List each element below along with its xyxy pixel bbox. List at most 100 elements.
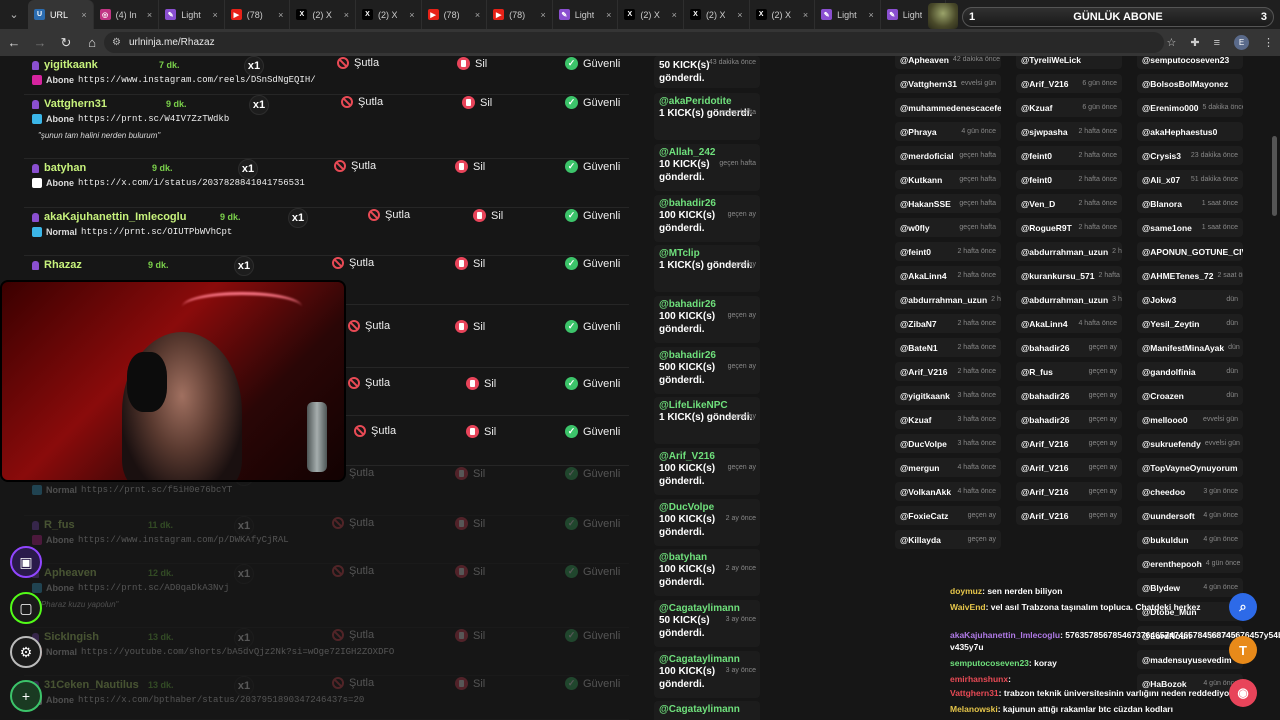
- subscriber-chip[interactable]: @ZibaN7 2 hafta önce: [895, 314, 1001, 333]
- ban-button[interactable]: Şutla: [341, 96, 383, 108]
- browser-tab[interactable]: ▶ (78) ×: [487, 0, 553, 29]
- subscriber-chip[interactable]: @bahadir26 geçen ay: [1016, 386, 1122, 405]
- subscriber-chip[interactable]: @bahadir26 geçen ay: [1016, 410, 1122, 429]
- back-icon[interactable]: ←: [2, 29, 26, 56]
- kick-username[interactable]: @bahadir26: [659, 299, 755, 310]
- ban-button[interactable]: Şutla: [337, 57, 379, 69]
- trust-button[interactable]: ✓ Güvenli: [565, 96, 620, 109]
- kick-username[interactable]: @Allah_242: [659, 147, 755, 158]
- subscriber-chip[interactable]: @Arif_V216 geçen ay: [1016, 458, 1122, 477]
- kick-username[interactable]: @MTclip: [659, 248, 755, 259]
- trust-button[interactable]: ✓ Güvenli: [565, 677, 620, 690]
- subscriber-chip[interactable]: @Jokw3 dün: [1137, 290, 1243, 309]
- delete-button[interactable]: Sil: [455, 320, 485, 333]
- kick-username[interactable]: @Arif_V216: [659, 451, 755, 462]
- ban-button[interactable]: Şutla: [332, 257, 374, 269]
- trust-button[interactable]: ✓ Güvenli: [565, 565, 620, 578]
- tab-close-icon[interactable]: ×: [475, 10, 480, 20]
- subscriber-chip[interactable]: @Arif_V216 2 hafta önce: [895, 362, 1001, 381]
- reload-icon[interactable]: ↻: [54, 29, 78, 56]
- ban-button[interactable]: Şutla: [332, 677, 374, 689]
- ban-button[interactable]: Şutla: [334, 160, 376, 172]
- link-username[interactable]: Apheaven: [32, 567, 97, 579]
- link-username[interactable]: Vattghern31: [32, 98, 107, 110]
- subscriber-chip[interactable]: @ManifestMinaAyak dün: [1137, 338, 1243, 357]
- subscriber-chip[interactable]: @Arif_V216 geçen ay: [1016, 482, 1122, 501]
- subscriber-chip[interactable]: @BolsosBolMayonez: [1137, 74, 1243, 93]
- link-url-line[interactable]: Abone https://x.com/bpthaber/status/20379…: [32, 695, 364, 705]
- browser-tab[interactable]: ◎ (4) In ×: [94, 0, 160, 29]
- trust-button[interactable]: ✓ Güvenli: [565, 57, 620, 70]
- subscriber-chip[interactable]: @sukruefendy evvelsi gün: [1137, 434, 1243, 453]
- twitch-icon[interactable]: ▣: [10, 546, 42, 578]
- subscriber-chip[interactable]: @BateN1 2 hafta önce: [895, 338, 1001, 357]
- search-icon[interactable]: ⌕: [1229, 593, 1257, 621]
- subscriber-chip[interactable]: @AHMETenes_722 saat önce: [1137, 266, 1243, 285]
- link-username[interactable]: R_fus: [32, 519, 75, 531]
- tab-close-icon[interactable]: ×: [409, 10, 414, 20]
- browser-tab[interactable]: U URL ×: [28, 0, 94, 29]
- t-badge-icon[interactable]: T: [1229, 636, 1257, 664]
- trust-button[interactable]: ✓ Güvenli: [565, 160, 620, 173]
- address-bar[interactable]: ⚙ urlninja.me/Rhazaz: [104, 32, 1164, 53]
- delete-button[interactable]: Sil: [455, 677, 485, 690]
- subscriber-chip[interactable]: @bahadir26 geçen ay: [1016, 338, 1122, 357]
- link-username[interactable]: Rhazaz: [32, 259, 82, 271]
- browser-tab[interactable]: ▶ (78) ×: [225, 0, 291, 29]
- subscriber-chip[interactable]: @Kutkann geçen hafta: [895, 170, 1001, 189]
- subscriber-chip[interactable]: @cheedoo 3 gün önce: [1137, 482, 1243, 501]
- subscriber-chip[interactable]: @feint0 2 hafta önce: [1016, 146, 1122, 165]
- ban-button[interactable]: Şutla: [348, 320, 390, 332]
- delete-button[interactable]: Sil: [466, 425, 496, 438]
- delete-button[interactable]: Sil: [455, 160, 485, 173]
- chat-username[interactable]: Melanowski: [950, 704, 998, 714]
- chat-username[interactable]: Vattghern31: [950, 688, 999, 698]
- delete-button[interactable]: Sil: [455, 565, 485, 578]
- subscriber-chip[interactable]: @Ali_x07 51 dakika önce: [1137, 170, 1243, 189]
- subscriber-chip[interactable]: @abdurrahman_uzun3 hafta önce: [1016, 290, 1122, 309]
- tab-close-icon[interactable]: ×: [81, 10, 86, 20]
- tab-close-icon[interactable]: ×: [147, 10, 152, 20]
- chat-username[interactable]: WaivEnd: [950, 602, 986, 612]
- ban-button[interactable]: Şutla: [332, 517, 374, 529]
- subscriber-chip[interactable]: @VolkanAkk 4 hafta önce: [895, 482, 1001, 501]
- trust-button[interactable]: ✓ Güvenli: [565, 320, 620, 333]
- subscriber-chip[interactable]: @Phraya 4 gün önce: [895, 122, 1001, 141]
- trust-button[interactable]: ✓ Güvenli: [565, 425, 620, 438]
- forward-icon[interactable]: →: [28, 29, 52, 56]
- delete-button[interactable]: Sil: [455, 517, 485, 530]
- settings-gear-icon[interactable]: ⚙: [10, 636, 42, 668]
- bookmark-star-icon[interactable]: ☆: [1166, 36, 1176, 49]
- trust-button[interactable]: ✓ Güvenli: [565, 377, 620, 390]
- home-icon[interactable]: ⌂: [80, 29, 104, 56]
- subscriber-chip[interactable]: @abdurrahman_uzun2 hafta önce: [1016, 242, 1122, 261]
- browser-tab[interactable]: X (2) X ×: [618, 0, 684, 29]
- subscriber-chip[interactable]: @HakanSSE geçen hafta: [895, 194, 1001, 213]
- subscriber-chip[interactable]: @Croazen dün: [1137, 386, 1243, 405]
- reading-list-icon[interactable]: ≡: [1214, 37, 1220, 49]
- link-username[interactable]: yigitkaank: [32, 59, 98, 71]
- kick-username[interactable]: @Cagataylimann: [659, 704, 755, 715]
- browser-tab[interactable]: X (2) X ×: [290, 0, 356, 29]
- subscriber-chip[interactable]: @RogueR9T 2 hafta önce: [1016, 218, 1122, 237]
- tab-list-menu-icon[interactable]: ⌄: [0, 0, 28, 29]
- trust-button[interactable]: ✓ Güvenli: [565, 467, 620, 480]
- tab-close-icon[interactable]: ×: [278, 10, 283, 20]
- subscriber-chip[interactable]: @AkaLinn4 2 hafta önce: [895, 266, 1001, 285]
- subscriber-chip[interactable]: @TyreliWeLick: [1016, 56, 1122, 69]
- link-url-line[interactable]: Normal https://prnt.sc/OIUTPbWVhCpt: [32, 227, 232, 237]
- delete-button[interactable]: Sil: [473, 209, 503, 222]
- subscriber-chip[interactable]: @FoxieCatz geçen ay: [895, 506, 1001, 525]
- ban-button[interactable]: Şutla: [332, 629, 374, 641]
- subscriber-chip[interactable]: @APONUN_GOTUNE_CIVI_TAKAN: [1137, 242, 1243, 261]
- subscriber-chip[interactable]: @Arif_V216 geçen ay: [1016, 434, 1122, 453]
- kick-username[interactable]: @Cagataylimann: [659, 603, 755, 614]
- profile-avatar[interactable]: E: [1234, 35, 1249, 50]
- delete-button[interactable]: Sil: [462, 96, 492, 109]
- browser-tab[interactable]: X (2) X ×: [356, 0, 422, 29]
- subscriber-chip[interactable]: @yigitkaank 3 hafta önce: [895, 386, 1001, 405]
- subscriber-chip[interactable]: @kurankursu_5712 hafta önce: [1016, 266, 1122, 285]
- tab-close-icon[interactable]: ×: [540, 10, 545, 20]
- subscriber-chip[interactable]: @merdoficial geçen hafta: [895, 146, 1001, 165]
- subscriber-chip[interactable]: @muhammedenescacefendihz: [895, 98, 1001, 117]
